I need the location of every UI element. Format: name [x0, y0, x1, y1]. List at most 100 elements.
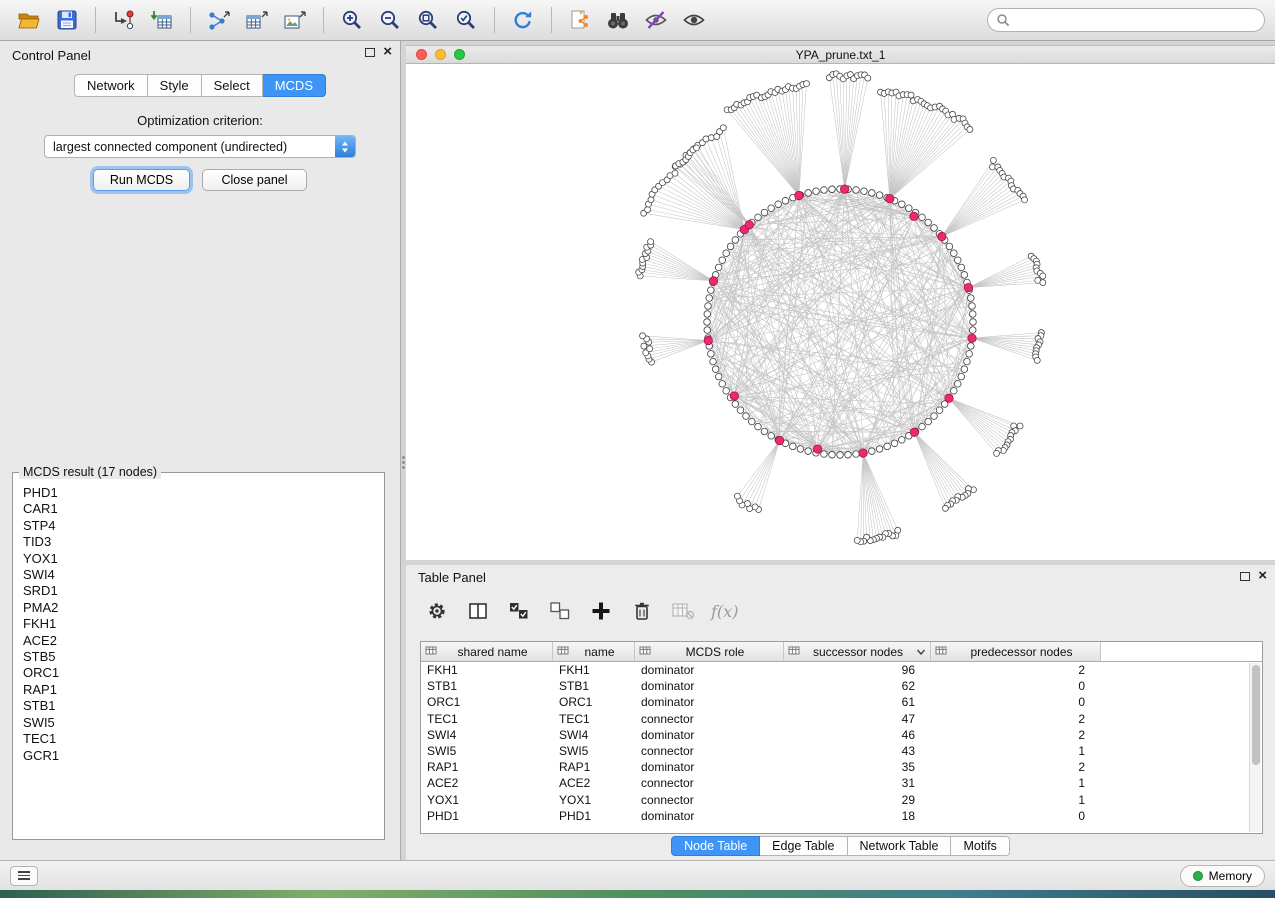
status-menu-button[interactable] — [10, 866, 38, 886]
table-cell: dominator — [635, 679, 784, 693]
tab-style[interactable]: Style — [148, 74, 202, 97]
mcds-node-item[interactable]: SWI5 — [23, 715, 374, 731]
select-all-button[interactable] — [506, 598, 532, 624]
table-cell: 43 — [784, 744, 931, 758]
function-builder-button[interactable]: f(x) — [711, 598, 738, 624]
run-mcds-button[interactable]: Run MCDS — [93, 169, 190, 191]
search-input[interactable] — [1015, 13, 1256, 27]
table-scrollbar-thumb[interactable] — [1252, 665, 1260, 765]
deselect-all-button[interactable] — [547, 598, 573, 624]
memory-button[interactable]: Memory — [1180, 865, 1265, 887]
zoom-in-button[interactable] — [336, 4, 368, 36]
table-row[interactable]: RAP1RAP1dominator352 — [421, 759, 1262, 775]
mcds-node-item[interactable]: TID3 — [23, 534, 374, 550]
delete-column-button[interactable] — [629, 598, 655, 624]
export-image-icon — [283, 9, 307, 31]
mcds-result-list[interactable]: PHD1CAR1STP4TID3YOX1SWI4SRD1PMA2FKH1ACE2… — [17, 483, 380, 835]
zoom-out-button[interactable] — [374, 4, 406, 36]
mcds-node-item[interactable]: SWI4 — [23, 567, 374, 583]
mcds-node-item[interactable]: SRD1 — [23, 583, 374, 599]
mcds-node-item[interactable]: FKH1 — [23, 616, 374, 632]
cytoscape-app: Control Panel × Network Style Select MCD… — [0, 0, 1275, 898]
window-zoom-button[interactable] — [454, 49, 465, 60]
import-table-button[interactable] — [146, 4, 178, 36]
mcds-node-item[interactable]: PMA2 — [23, 600, 374, 616]
tab-node-table[interactable]: Node Table — [671, 836, 760, 856]
table-row[interactable]: SWI5SWI5connector431 — [421, 743, 1262, 759]
mcds-node-item[interactable]: STP4 — [23, 518, 374, 534]
float-panel-icon[interactable] — [365, 48, 375, 57]
network-window-titlebar: YPA_prune.txt_1 — [406, 46, 1275, 64]
column-header-filler — [1101, 642, 1262, 662]
hide-selected-button[interactable] — [640, 4, 672, 36]
table-row[interactable]: ACE2ACE2connector311 — [421, 775, 1262, 791]
close-panel-button[interactable]: Close panel — [202, 169, 307, 191]
table-settings-button[interactable] — [424, 598, 450, 624]
table-row[interactable]: TEC1TEC1connector472 — [421, 711, 1262, 727]
import-network-button[interactable] — [108, 4, 140, 36]
eye-icon — [682, 8, 706, 32]
column-label: name — [569, 645, 630, 659]
table-cell: 61 — [784, 695, 931, 709]
table-row[interactable]: PHD1PHD1dominator180 — [421, 808, 1262, 824]
mcds-node-item[interactable]: YOX1 — [23, 551, 374, 567]
toolbar-separator — [95, 7, 96, 33]
window-minimize-button[interactable] — [435, 49, 446, 60]
tab-network[interactable]: Network — [74, 74, 148, 97]
column-header-name[interactable]: name — [553, 642, 635, 662]
share-document-button[interactable] — [564, 4, 596, 36]
column-header-shared-name[interactable]: shared name — [421, 642, 553, 662]
column-header-predecessor-nodes[interactable]: predecessor nodes — [931, 642, 1101, 662]
tab-mcds[interactable]: MCDS — [263, 74, 326, 97]
mcds-node-item[interactable]: GCR1 — [23, 748, 374, 764]
mcds-node-item[interactable]: STB5 — [23, 649, 374, 665]
table-scrollbar[interactable] — [1249, 663, 1261, 832]
close-panel-icon[interactable]: × — [383, 47, 392, 57]
column-header-mcds-role[interactable]: MCDS role — [635, 642, 784, 662]
float-panel-icon[interactable] — [1240, 572, 1250, 581]
table-row[interactable]: ORC1ORC1dominator610 — [421, 694, 1262, 710]
save-session-button[interactable] — [51, 4, 83, 36]
open-session-button[interactable] — [13, 4, 45, 36]
table-cell: ACE2 — [553, 776, 635, 790]
table-row[interactable]: FKH1FKH1dominator962 — [421, 662, 1262, 678]
column-grid-icon — [639, 646, 651, 657]
tab-edge-table[interactable]: Edge Table — [760, 836, 847, 856]
tab-network-table[interactable]: Network Table — [848, 836, 952, 856]
close-panel-icon[interactable]: × — [1258, 571, 1267, 581]
zoom-fit-button[interactable] — [412, 4, 444, 36]
tab-motifs[interactable]: Motifs — [951, 836, 1009, 856]
plus-icon — [590, 600, 612, 622]
mcds-node-item[interactable]: ORC1 — [23, 665, 374, 681]
mcds-node-item[interactable]: TEC1 — [23, 731, 374, 747]
table-cell: RAP1 — [421, 760, 553, 774]
table-cell: ORC1 — [553, 695, 635, 709]
optimization-criterion-label: Optimization criterion: — [0, 113, 400, 128]
status-bar: Memory — [0, 860, 1275, 890]
toolbar-separator — [551, 7, 552, 33]
table-row[interactable]: STB1STB1dominator620 — [421, 678, 1262, 694]
mcds-node-item[interactable]: PHD1 — [23, 485, 374, 501]
table-row[interactable]: SWI4SWI4dominator462 — [421, 727, 1262, 743]
mcds-node-item[interactable]: ACE2 — [23, 633, 374, 649]
mcds-node-item[interactable]: CAR1 — [23, 501, 374, 517]
network-canvas[interactable] — [406, 64, 1275, 561]
window-close-button[interactable] — [416, 49, 427, 60]
search-field[interactable] — [987, 8, 1265, 32]
mcds-node-item[interactable]: RAP1 — [23, 682, 374, 698]
mcds-node-item[interactable]: STB1 — [23, 698, 374, 714]
export-table-button[interactable] — [241, 4, 273, 36]
refresh-layout-button[interactable] — [507, 4, 539, 36]
table-row[interactable]: YOX1YOX1connector291 — [421, 792, 1262, 808]
show-all-button[interactable] — [678, 4, 710, 36]
search-icon — [996, 13, 1010, 27]
criterion-dropdown[interactable]: largest connected component (undirected) — [44, 135, 356, 158]
zoom-selected-button[interactable] — [450, 4, 482, 36]
export-image-button[interactable] — [279, 4, 311, 36]
export-network-button[interactable] — [203, 4, 235, 36]
add-column-button[interactable] — [588, 598, 614, 624]
column-header-successor-nodes[interactable]: successor nodes — [784, 642, 931, 662]
tab-select[interactable]: Select — [202, 74, 263, 97]
show-columns-button[interactable] — [465, 598, 491, 624]
find-button[interactable] — [602, 4, 634, 36]
